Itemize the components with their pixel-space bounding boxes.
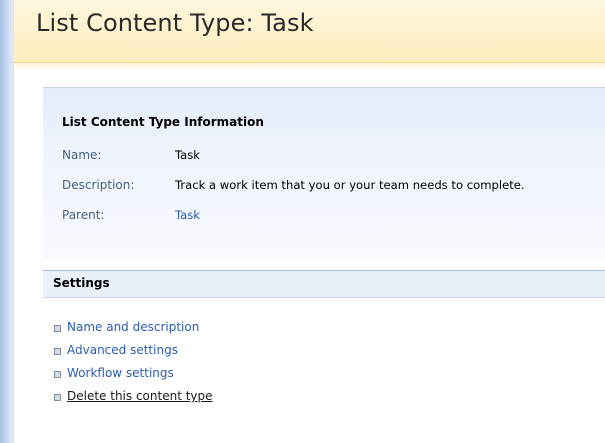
title-band-shadow (14, 63, 605, 71)
page: List Content Type: Task List Content Typ… (0, 0, 605, 443)
square-bullet-icon (54, 394, 61, 401)
description-label: Description: (62, 178, 135, 192)
workflow-settings-link[interactable]: Workflow settings (67, 366, 174, 380)
settings-item-workflow-settings: Workflow settings (54, 366, 354, 389)
info-heading: List Content Type Information (62, 115, 264, 129)
square-bullet-icon (54, 371, 61, 378)
settings-section-header: Settings (43, 270, 605, 298)
advanced-settings-link[interactable]: Advanced settings (67, 343, 178, 357)
name-label: Name: (62, 148, 102, 162)
delete-content-type-link[interactable]: Delete this content type (67, 389, 213, 403)
settings-item-advanced-settings: Advanced settings (54, 343, 354, 366)
settings-title: Settings (53, 276, 110, 290)
left-gradient-bar (0, 0, 13, 443)
content-type-info-panel: List Content Type Information Name: Task… (43, 87, 605, 259)
square-bullet-icon (54, 325, 61, 332)
parent-label: Parent: (62, 208, 105, 222)
settings-list: Name and description Advanced settings W… (54, 320, 354, 412)
square-bullet-icon (54, 348, 61, 355)
name-value: Task (175, 148, 201, 162)
settings-item-name-and-description: Name and description (54, 320, 354, 343)
settings-item-delete-content-type: Delete this content type (54, 389, 354, 412)
parent-link[interactable]: Task (175, 208, 200, 222)
name-and-description-link[interactable]: Name and description (67, 320, 199, 334)
page-title: List Content Type: Task (36, 9, 314, 37)
description-value: Track a work item that you or your team … (175, 178, 525, 192)
